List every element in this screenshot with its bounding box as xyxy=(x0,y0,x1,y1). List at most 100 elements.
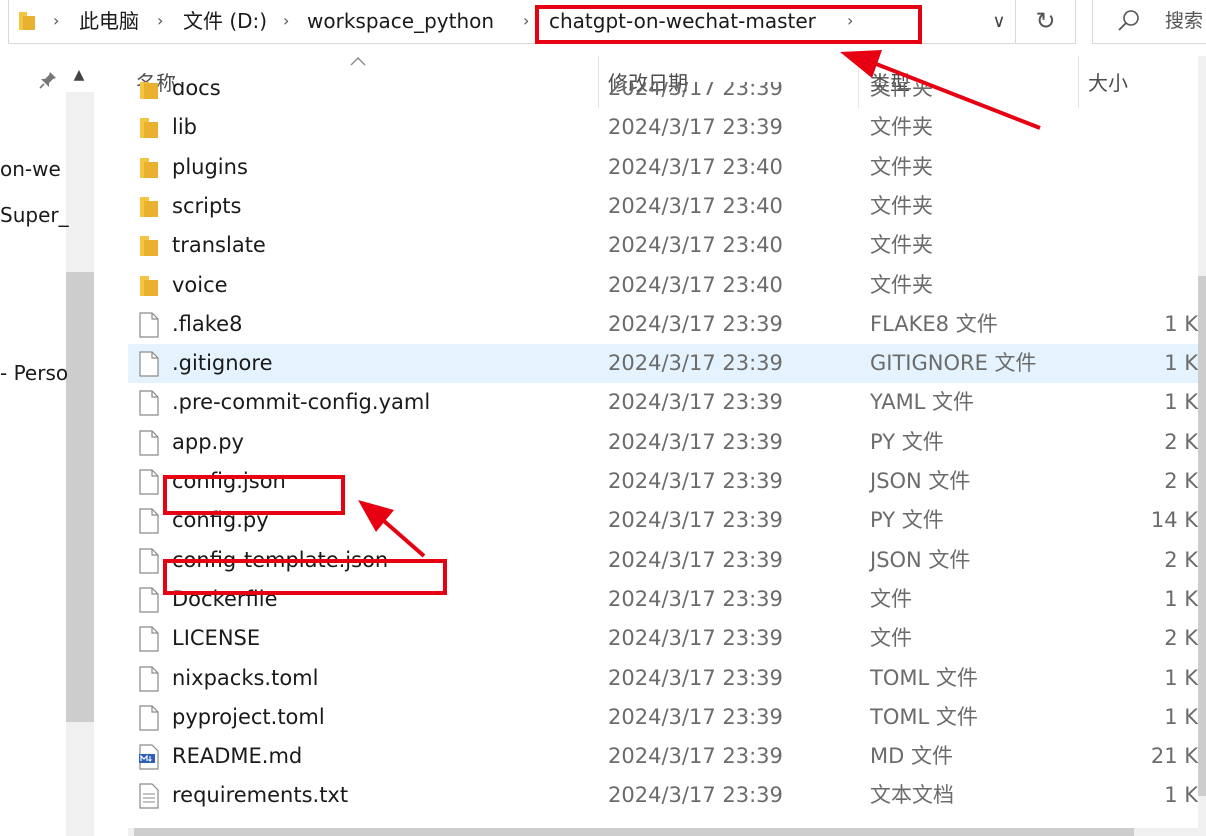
file-modified-date: 2024/3/17 23:39 xyxy=(608,115,783,140)
file-modified-date: 2024/3/17 23:39 xyxy=(608,390,783,415)
file-type: PY 文件 xyxy=(870,508,944,533)
table-row[interactable]: LICENSE 2024/3/17 23:39 文件 2 K xyxy=(128,619,1206,658)
file-icon xyxy=(138,705,160,731)
file-name: voice xyxy=(172,272,228,297)
file-type: 文件夹 xyxy=(870,154,933,179)
file-modified-date: 2024/3/17 23:39 xyxy=(608,665,783,690)
breadcrumb-workspace-python[interactable]: workspace_python xyxy=(307,6,494,36)
file-name: pyproject.toml xyxy=(172,704,325,729)
chevron-right-icon[interactable]: › xyxy=(53,6,59,36)
file-type: 文件 xyxy=(870,586,912,611)
breadcrumb-this-pc[interactable]: 此电脑 xyxy=(79,6,139,36)
nav-scrollbar-thumb[interactable] xyxy=(66,272,94,722)
file-list: 名称 修改日期 类型 大小 docs2024/3/17 23:39文件夹lib2… xyxy=(98,46,1206,836)
nav-item[interactable]: - Perso xyxy=(0,360,68,386)
search-placeholder: 搜索 xyxy=(1165,10,1204,32)
file-type: JSON 文件 xyxy=(870,469,971,493)
file-name: .pre-commit-config.yaml xyxy=(172,390,431,415)
file-type: TOML 文件 xyxy=(870,704,978,729)
vertical-scrollbar[interactable] xyxy=(1198,56,1206,836)
scroll-up-arrow-icon[interactable]: ▲ xyxy=(68,64,90,86)
folder-icon xyxy=(138,82,160,102)
folder-icon xyxy=(138,194,160,220)
annotation-box-config-json xyxy=(163,475,345,515)
horizontal-scrollbar-thumb[interactable] xyxy=(134,828,1134,836)
file-modified-date: 2024/3/17 23:40 xyxy=(608,272,783,297)
table-row[interactable]: translate 2024/3/17 23:40 文件夹 xyxy=(128,226,1206,265)
table-row[interactable]: docs 2024/3/17 23:39 文件夹 xyxy=(128,82,1206,108)
file-name: translate xyxy=(172,233,266,258)
file-name: LICENSE xyxy=(172,626,261,651)
table-row[interactable]: nixpacks.toml 2024/3/17 23:39 TOML 文件 1 K xyxy=(128,659,1206,698)
file-modified-date: 2024/3/17 23:39 xyxy=(608,82,783,100)
nav-item[interactable]: Super_ xyxy=(0,202,69,228)
table-row[interactable]: app.py 2024/3/17 23:39 PY 文件 2 K xyxy=(128,423,1206,462)
file-type: 文件夹 xyxy=(870,272,933,297)
folder-icon xyxy=(138,233,160,259)
file-type: 文件 xyxy=(870,626,912,651)
file-size: 1 K xyxy=(1164,390,1198,415)
file-modified-date: 2024/3/17 23:39 xyxy=(608,586,783,611)
file-type: MD 文件 xyxy=(870,744,953,769)
markdown-file-icon xyxy=(138,744,160,770)
table-row[interactable]: scripts 2024/3/17 23:40 文件夹 xyxy=(128,187,1206,226)
table-row[interactable]: voice 2024/3/17 23:40 文件夹 xyxy=(128,266,1206,305)
chevron-right-icon[interactable]: › xyxy=(283,6,289,36)
table-row[interactable]: .flake8 2024/3/17 23:39 FLAKE8 文件 1 K xyxy=(128,305,1206,344)
nav-item[interactable]: on-we xyxy=(0,156,61,182)
file-modified-date: 2024/3/17 23:39 xyxy=(608,469,783,493)
file-size: 2 K xyxy=(1164,469,1198,493)
file-type: 文件夹 xyxy=(870,115,933,140)
file-icon xyxy=(138,508,160,534)
file-size: 1 K xyxy=(1164,704,1198,729)
chevron-right-icon[interactable]: › xyxy=(157,6,163,36)
file-modified-date: 2024/3/17 23:39 xyxy=(608,311,783,336)
breadcrumb-drive-d[interactable]: 文件 (D:) xyxy=(183,6,267,36)
file-type: 文件夹 xyxy=(870,193,933,218)
search-input[interactable]: 搜索 xyxy=(1092,0,1206,44)
file-type: 文本文档 xyxy=(870,783,954,808)
file-size: 1 K xyxy=(1164,351,1198,376)
refresh-icon: ↻ xyxy=(1035,7,1056,35)
file-icon xyxy=(138,626,160,652)
chevron-right-icon[interactable]: › xyxy=(523,6,529,36)
file-type: PY 文件 xyxy=(870,429,944,454)
table-row[interactable]: README.md 2024/3/17 23:39 MD 文件 21 K xyxy=(128,737,1206,776)
file-modified-date: 2024/3/17 23:39 xyxy=(608,783,783,808)
table-row[interactable]: requirements.txt 2024/3/17 23:39 文本文档 1 K xyxy=(128,776,1206,815)
file-modified-date: 2024/3/17 23:39 xyxy=(608,744,783,769)
navigation-pane: ▲ on-we Super_ - Perso xyxy=(0,46,98,836)
file-modified-date: 2024/3/17 23:39 xyxy=(608,547,783,572)
table-row[interactable]: .gitignore 2024/3/17 23:39 GITIGNORE 文件 1 K xyxy=(128,344,1206,384)
file-name: README.md xyxy=(172,744,303,769)
file-modified-date: 2024/3/17 23:40 xyxy=(608,233,783,258)
file-type: 文件夹 xyxy=(870,233,933,258)
file-type: 文件夹 xyxy=(870,82,933,100)
folder-icon xyxy=(138,155,160,181)
file-icon xyxy=(138,351,160,377)
folder-icon xyxy=(138,115,160,141)
table-row[interactable]: .pre-commit-config.yaml 2024/3/17 23:39 YA… xyxy=(128,383,1206,422)
file-icon xyxy=(138,430,160,456)
file-icon xyxy=(138,587,160,613)
file-name: .flake8 xyxy=(172,311,243,336)
horizontal-scrollbar[interactable] xyxy=(128,828,1206,836)
table-row[interactable]: pyproject.toml 2024/3/17 23:39 TOML 文件 1 K xyxy=(128,698,1206,737)
file-icon xyxy=(138,469,160,495)
address-history-chevron-down-icon[interactable]: ∨ xyxy=(984,8,1014,36)
file-modified-date: 2024/3/17 23:40 xyxy=(608,154,783,179)
table-row[interactable]: plugins 2024/3/17 23:40 文件夹 xyxy=(128,148,1206,187)
file-modified-date: 2024/3/17 23:39 xyxy=(608,508,783,533)
file-name: docs xyxy=(172,82,221,100)
file-size: 14 K xyxy=(1150,508,1198,533)
file-rows: docs 2024/3/17 23:39 文件夹 lib 2024/3/17 23:39… xyxy=(128,82,1206,836)
search-icon xyxy=(1118,10,1139,31)
table-row[interactable]: lib 2024/3/17 23:39 文件夹 xyxy=(128,108,1206,147)
refresh-button[interactable]: ↻ xyxy=(1016,0,1076,44)
file-modified-date: 2024/3/17 23:39 xyxy=(608,351,783,376)
vertical-scrollbar-thumb[interactable] xyxy=(1198,276,1206,796)
file-size: 2 K xyxy=(1164,429,1198,454)
file-size: 1 K xyxy=(1164,586,1198,611)
file-name: requirements.txt xyxy=(172,783,349,808)
pin-icon[interactable] xyxy=(38,70,58,90)
